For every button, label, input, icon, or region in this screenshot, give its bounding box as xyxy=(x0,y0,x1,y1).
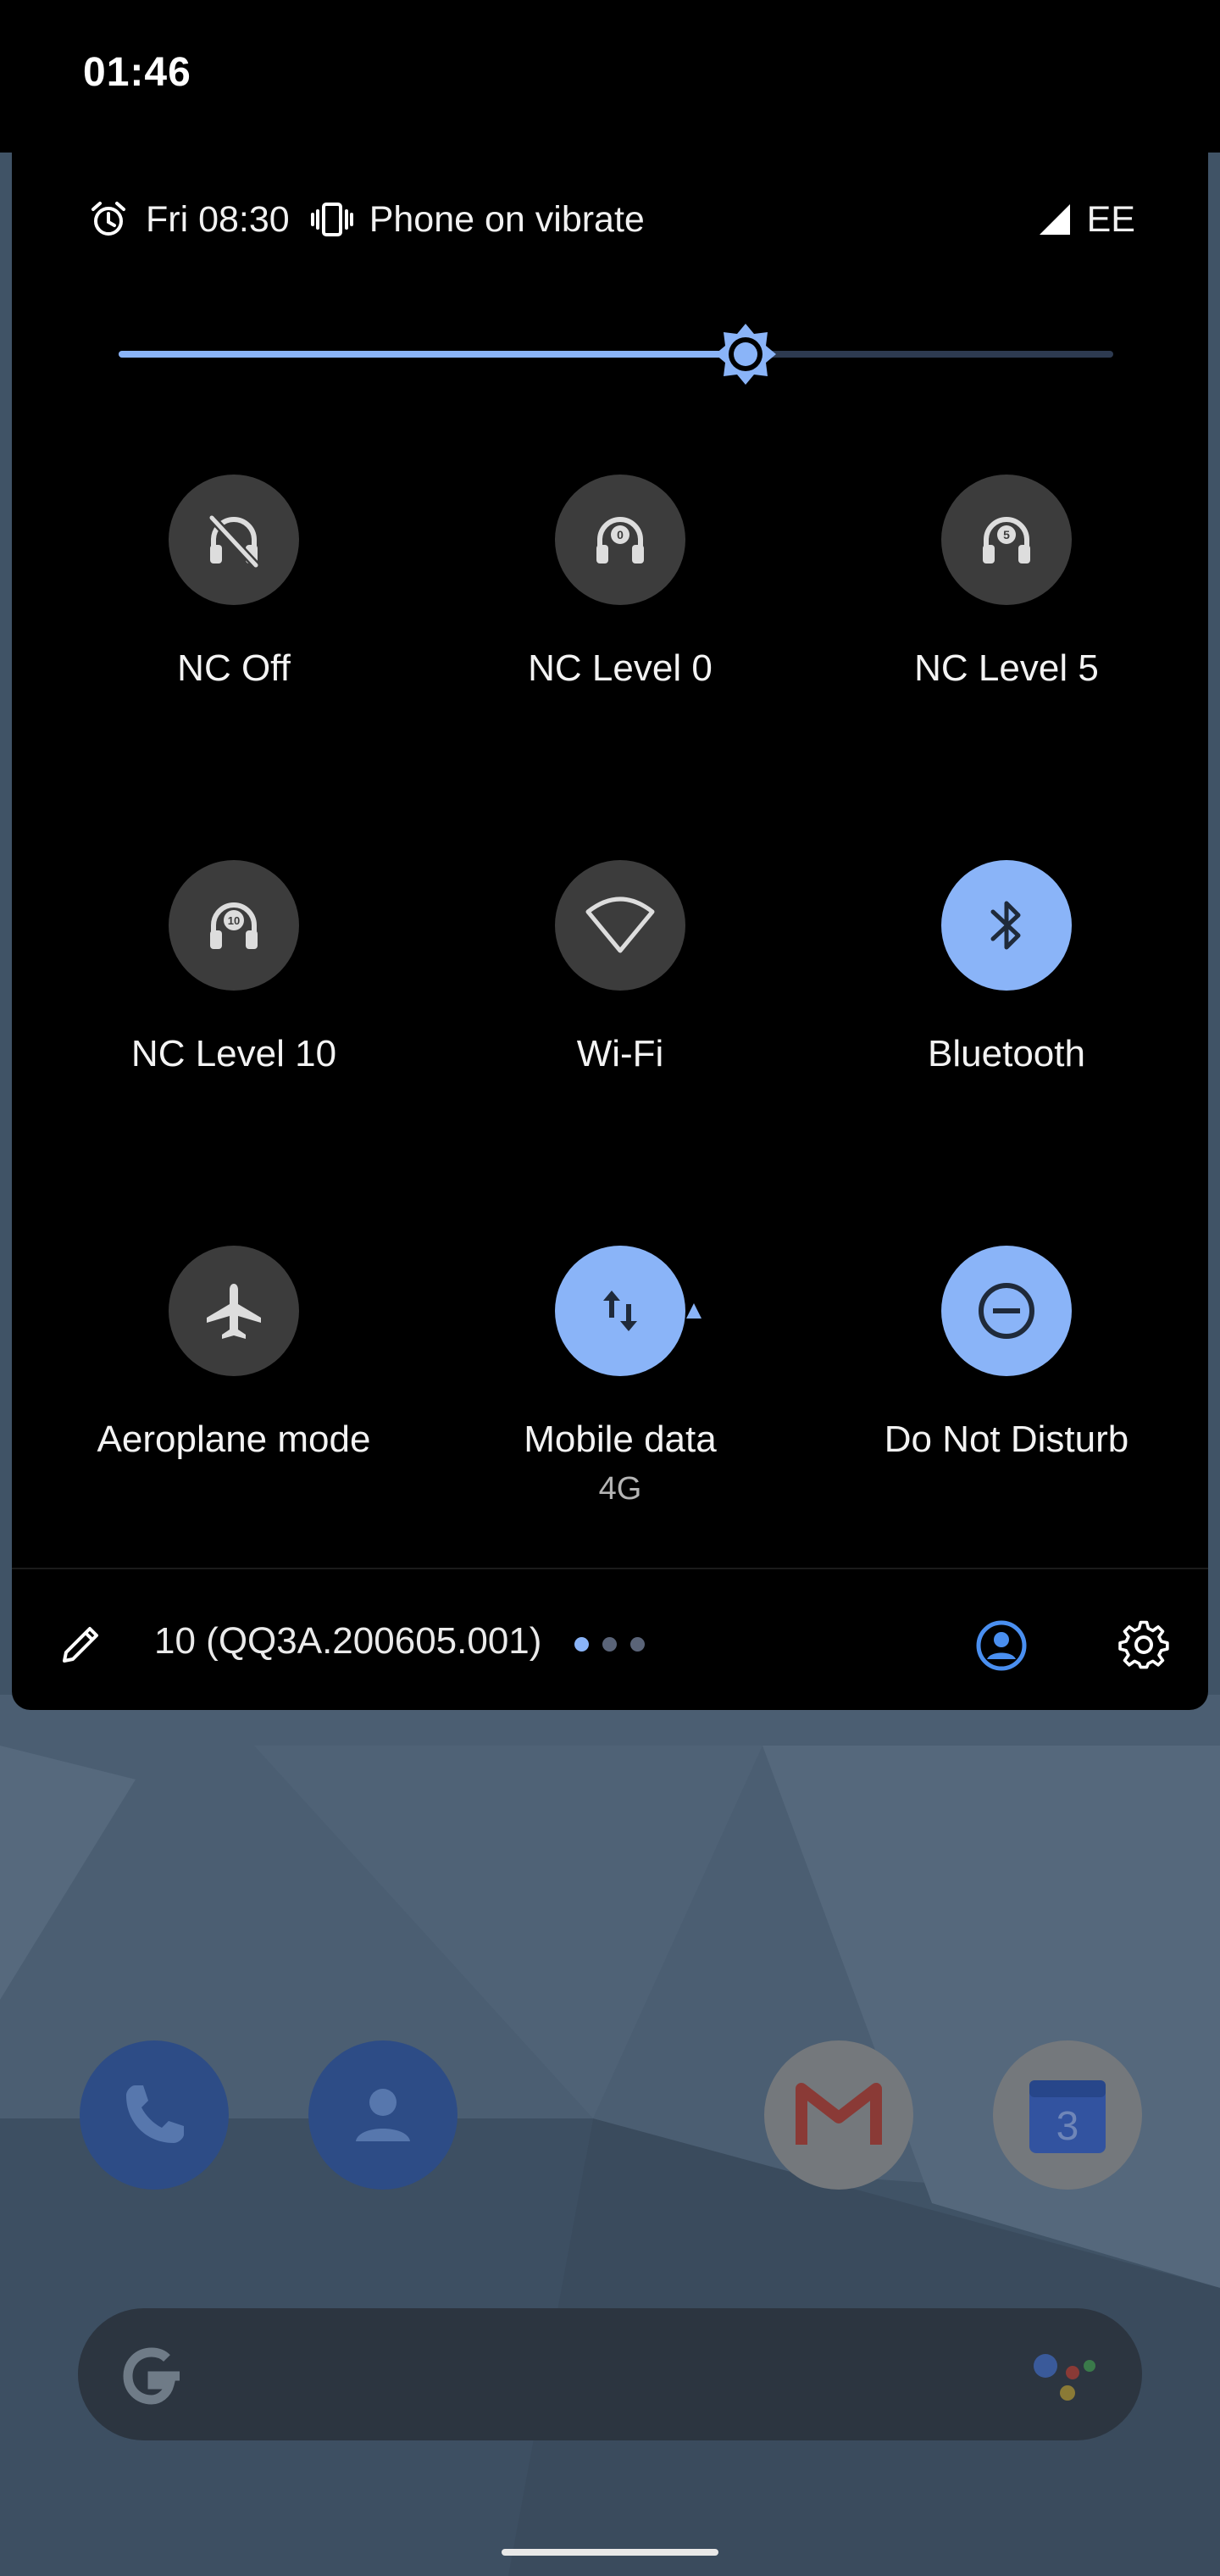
bluetooth-icon xyxy=(990,901,1021,950)
data-activity-indicator xyxy=(686,1303,702,1319)
vibrate-icon xyxy=(308,196,356,243)
tile-bluetooth-button[interactable] xyxy=(941,860,1072,991)
calendar-icon: 3 xyxy=(1029,2080,1106,2153)
tile-nc-off-label: NC Off xyxy=(177,647,291,689)
brightness-icon xyxy=(714,324,776,385)
tile-aeroplane-mode[interactable]: Aeroplane mode xyxy=(41,1246,427,1551)
headphones-level-5-icon: 5 xyxy=(983,517,1030,564)
page-dot xyxy=(574,1637,589,1652)
gmail-icon xyxy=(796,2083,882,2145)
google-search-bar[interactable] xyxy=(78,2308,1142,2440)
tile-nc-level-10[interactable]: 10 NC Level 10 xyxy=(41,860,427,1165)
tile-aeroplane-mode-button[interactable] xyxy=(169,1246,299,1376)
gesture-navigation-handle[interactable] xyxy=(502,2549,718,2556)
google-logo-icon xyxy=(123,2347,180,2405)
tile-aeroplane-mode-label: Aeroplane mode xyxy=(97,1418,371,1460)
tile-nc-off[interactable]: NC Off xyxy=(41,475,427,780)
headphones-off-icon xyxy=(208,514,259,569)
alarm-icon[interactable] xyxy=(85,196,132,243)
next-alarm-text[interactable]: Fri 08:30 xyxy=(146,199,290,241)
assistant-icon xyxy=(1034,2354,1095,2401)
edit-tiles-button[interactable] xyxy=(51,1613,112,1674)
tile-nc-level-5-label: NC Level 5 xyxy=(914,647,1099,689)
calendar-day: 3 xyxy=(1056,2104,1079,2149)
tile-do-not-disturb-button[interactable] xyxy=(941,1246,1072,1376)
account-icon xyxy=(976,1620,1027,1671)
brightness-fill xyxy=(119,351,746,358)
status-bar: 01:46 xyxy=(0,0,1220,153)
headphones-level-10-icon: 10 xyxy=(210,902,258,949)
tile-bluetooth-label: Bluetooth xyxy=(928,1033,1085,1074)
cell-signal-icon xyxy=(1031,196,1079,243)
nc-badge-0: 0 xyxy=(617,528,624,541)
tile-mobile-data-button[interactable] xyxy=(555,1246,685,1376)
tile-nc-level-5-button[interactable]: 5 xyxy=(941,475,1072,605)
headphones-level-0-icon: 0 xyxy=(596,517,644,564)
build-number[interactable]: 10 (QQ3A.200605.001) xyxy=(154,1620,541,1663)
person-icon xyxy=(356,2089,410,2141)
page-dot xyxy=(602,1637,617,1652)
page-indicator xyxy=(574,1637,645,1652)
phone-app-icon[interactable] xyxy=(80,2040,229,2190)
tile-nc-level-5[interactable]: 5 NC Level 5 xyxy=(813,475,1200,780)
quick-settings-header: Fri 08:30 Phone on vibrate EE xyxy=(85,190,1135,249)
phone-icon xyxy=(126,2085,184,2143)
network-status: EE xyxy=(1031,196,1135,243)
wifi-icon xyxy=(585,897,655,953)
tile-mobile-data[interactable]: Mobile data 4G xyxy=(427,1246,813,1551)
tile-nc-level-0-label: NC Level 0 xyxy=(528,647,713,689)
gear-icon xyxy=(1118,1620,1169,1669)
tile-nc-level-10-label: NC Level 10 xyxy=(130,1033,337,1074)
contacts-app-icon[interactable] xyxy=(308,2040,458,2190)
nc-badge-10: 10 xyxy=(228,914,240,927)
clock: 01:46 xyxy=(83,50,191,95)
nc-badge-5: 5 xyxy=(1003,528,1010,541)
tile-wifi-button[interactable] xyxy=(555,860,685,991)
tile-do-not-disturb[interactable]: Do Not Disturb xyxy=(813,1246,1200,1551)
tile-wifi-label: Wi-Fi xyxy=(576,1033,664,1074)
tile-mobile-data-label: Mobile data xyxy=(524,1418,717,1460)
tile-wifi[interactable]: Wi-Fi xyxy=(427,860,813,1165)
ringer-status-text: Phone on vibrate xyxy=(369,198,645,240)
mobile-data-icon xyxy=(603,1291,637,1331)
tile-mobile-data-network-type: 4G xyxy=(598,1471,642,1507)
do-not-disturb-icon xyxy=(979,1283,1034,1339)
user-switcher-button[interactable] xyxy=(966,1610,1037,1681)
tile-nc-level-10-button[interactable]: 10 xyxy=(169,860,299,991)
calendar-app-icon[interactable]: 3 xyxy=(993,2040,1142,2190)
tile-nc-off-button[interactable] xyxy=(169,475,299,605)
airplane-icon xyxy=(207,1284,261,1339)
quick-settings-footer: 10 (QQ3A.200605.001) xyxy=(12,1568,1208,1710)
pencil-icon xyxy=(63,1627,98,1663)
settings-button[interactable] xyxy=(1108,1610,1179,1681)
carrier-name: EE xyxy=(1086,198,1135,240)
tile-bluetooth[interactable]: Bluetooth xyxy=(813,860,1200,1165)
brightness-slider[interactable] xyxy=(119,324,1113,385)
quick-settings-panel: Fri 08:30 Phone on vibrate EE NC Off 0 N… xyxy=(12,144,1208,1710)
tile-do-not-disturb-label: Do Not Disturb xyxy=(884,1418,1129,1460)
brightness-thumb[interactable] xyxy=(712,320,779,388)
gmail-app-icon[interactable] xyxy=(764,2040,913,2190)
page-dot xyxy=(630,1637,645,1652)
tile-nc-level-0[interactable]: 0 NC Level 0 xyxy=(427,475,813,780)
tile-nc-level-0-button[interactable]: 0 xyxy=(555,475,685,605)
